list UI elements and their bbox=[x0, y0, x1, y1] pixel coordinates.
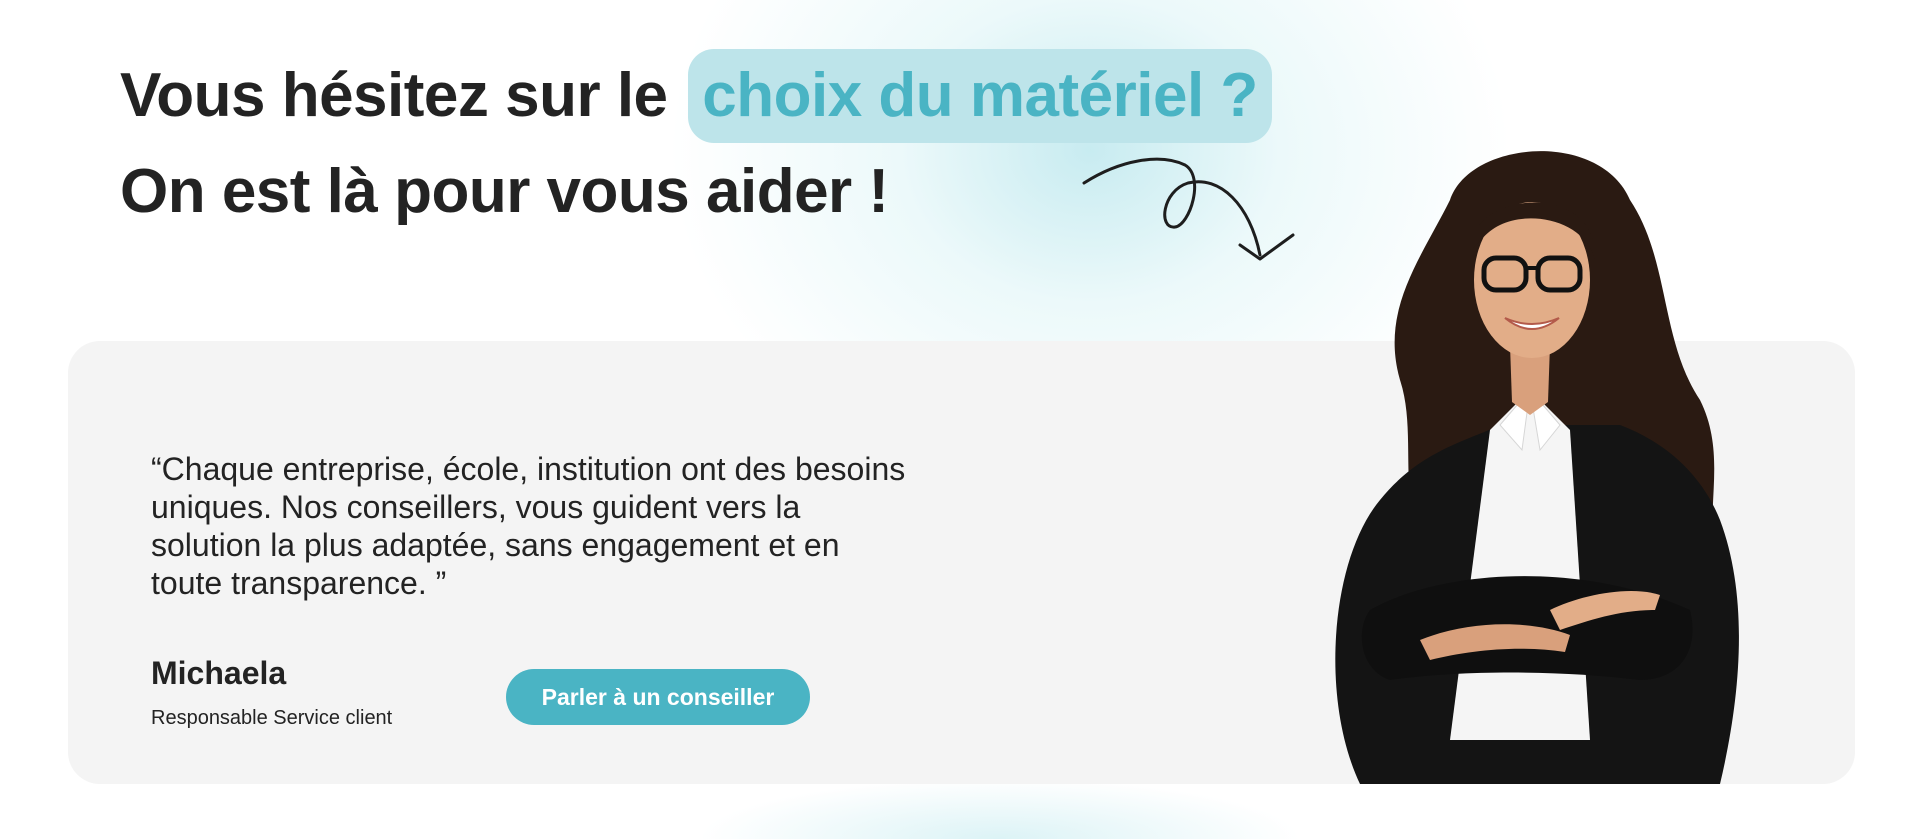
headline-line-1: Vous hésitez sur le choix du matériel ? bbox=[120, 48, 1272, 144]
testimonial-quote: “Chaque entreprise, école, institution o… bbox=[151, 451, 906, 601]
advisor-portrait bbox=[1335, 151, 1739, 784]
curly-arrow-icon bbox=[1082, 157, 1295, 261]
page: Vous hésitez sur le choix du matériel ? … bbox=[0, 0, 1920, 839]
headline-highlight: choix du matériel ? bbox=[688, 49, 1272, 143]
advisor-name: Michaela bbox=[151, 655, 287, 691]
headline-prefix: Vous hésitez sur le bbox=[120, 61, 668, 130]
talk-to-advisor-button[interactable]: Parler à un conseiller bbox=[506, 669, 810, 725]
advisor-role: Responsable Service client bbox=[151, 707, 393, 729]
